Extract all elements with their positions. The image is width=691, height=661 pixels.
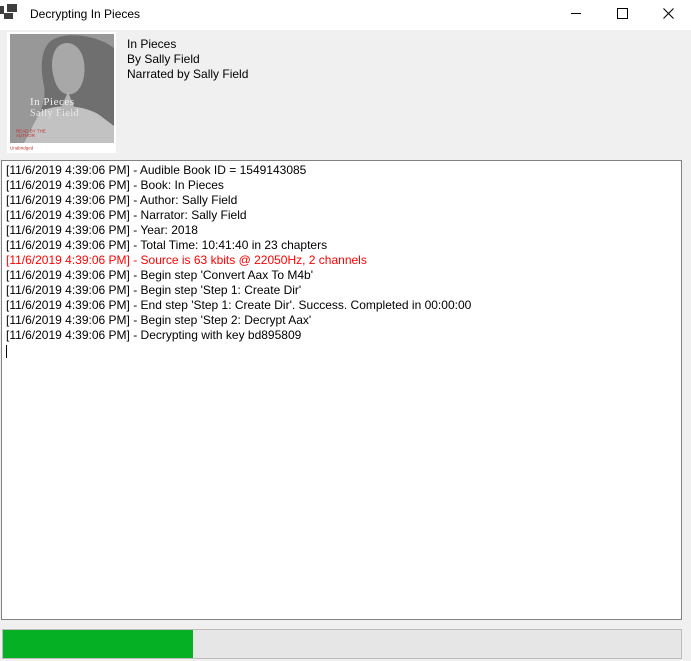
- log-line: [11/6/2019 4:39:06 PM] - Total Time: 10:…: [6, 238, 677, 253]
- book-author: By Sally Field: [127, 52, 248, 67]
- log-textbox[interactable]: [11/6/2019 4:39:06 PM] - Audible Book ID…: [1, 160, 682, 620]
- minimize-button[interactable]: [553, 0, 599, 30]
- log-line: [11/6/2019 4:39:06 PM] - Narrator: Sally…: [6, 208, 677, 223]
- book-narrator: Narrated by Sally Field: [127, 67, 248, 82]
- progress-bar-fill: [3, 630, 193, 658]
- cover-photo: In Pieces Sally Field READ BY THE AUTHOR: [10, 34, 114, 143]
- log-line: [11/6/2019 4:39:06 PM] - Begin step 'Ste…: [6, 313, 677, 328]
- minimize-icon: [571, 6, 582, 24]
- log-line: [11/6/2019 4:39:06 PM] - End step 'Step …: [6, 298, 677, 313]
- log-line: [11/6/2019 4:39:06 PM] - Begin step 'Ste…: [6, 283, 677, 298]
- book-title: In Pieces: [127, 37, 248, 52]
- maximize-button[interactable]: [599, 0, 645, 30]
- text-caret: [6, 345, 7, 358]
- log-line: [11/6/2019 4:39:06 PM] - Year: 2018: [6, 223, 677, 238]
- book-info: In Pieces By Sally Field Narrated by Sal…: [127, 37, 248, 82]
- cover-author-text: Sally Field: [30, 108, 79, 119]
- cover-title-text: In Pieces: [30, 96, 75, 108]
- app-icon: [0, 4, 20, 23]
- app-window: Decrypting In Pieces: [0, 0, 691, 661]
- log-line: [11/6/2019 4:39:06 PM] - Audible Book ID…: [6, 163, 677, 178]
- app-icon-square: [7, 4, 17, 12]
- close-button[interactable]: [645, 0, 691, 30]
- cover-edition-text: Unabridged: [10, 146, 33, 151]
- cover-portrait-art: [10, 34, 114, 143]
- window-title: Decrypting In Pieces: [30, 7, 140, 21]
- log-line: [11/6/2019 4:39:06 PM] - Book: In Pieces: [6, 178, 677, 193]
- progress-bar: [2, 629, 682, 659]
- app-icon-square: [4, 13, 13, 19]
- close-icon: [663, 6, 674, 24]
- cover-picture-box: In Pieces Sally Field READ BY THE AUTHOR…: [7, 32, 116, 153]
- log-line: [11/6/2019 4:39:06 PM] - Begin step 'Con…: [6, 268, 677, 283]
- log-line: [11/6/2019 4:39:06 PM] - Decrypting with…: [6, 328, 677, 343]
- log-line: [11/6/2019 4:39:06 PM] - Author: Sally F…: [6, 193, 677, 208]
- cover-readby-text: READ BY THE AUTHOR: [16, 130, 52, 139]
- log-line: [11/6/2019 4:39:06 PM] - Source is 63 kb…: [6, 253, 677, 268]
- maximize-icon: [617, 6, 628, 24]
- title-bar[interactable]: Decrypting In Pieces: [0, 0, 691, 30]
